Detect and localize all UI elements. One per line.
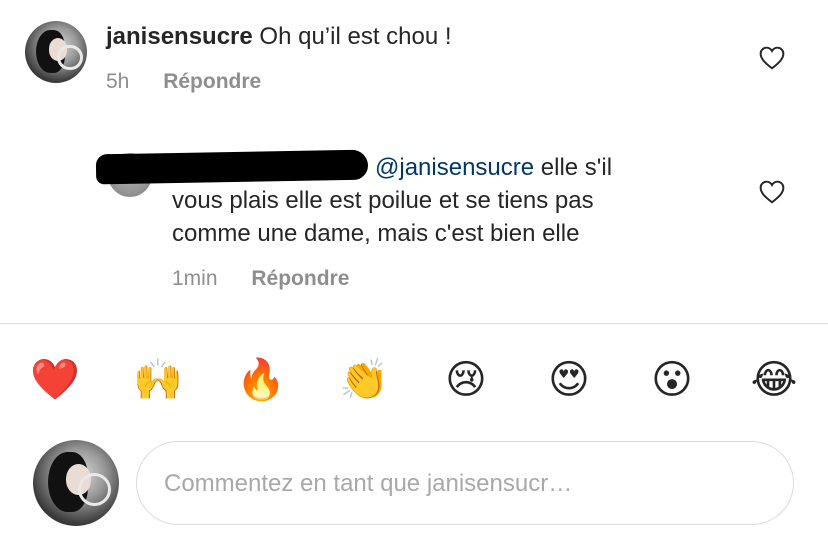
reply-body: @janisensucre elle s'il vous plais elle … (172, 151, 732, 250)
reply-like-heart-icon[interactable] (759, 180, 785, 204)
fire-emoji[interactable]: 🔥 (236, 356, 286, 404)
reply-mention[interactable]: @janisensucre (375, 154, 534, 181)
comment-username[interactable]: janisensucre (106, 23, 253, 50)
comment-input[interactable]: Commentez en tant que janisensucr… (136, 441, 794, 525)
current-user-avatar[interactable] (33, 440, 119, 526)
reply-line1: @janisensucre elle s'il (172, 151, 732, 184)
crying-face-emoji[interactable]: 😢 (442, 356, 490, 404)
comment-time: 5h (106, 70, 130, 93)
clapping-hands-emoji[interactable]: 👏 (339, 356, 389, 404)
reply-text-line1: elle s'il (534, 154, 613, 181)
comment-text: Oh qu’il est chou ! (259, 23, 452, 50)
divider (0, 323, 828, 324)
heart-eyes-emoji[interactable]: 😍 (545, 356, 593, 404)
comment-body: janisensucre Oh qu’il est chou ! (106, 20, 452, 53)
reply-reply-button[interactable]: Répondre (251, 267, 349, 290)
tears-of-joy-emoji[interactable]: 😂 (750, 356, 798, 404)
reply-text-line2: vous plais elle est poilue et se tiens p… (172, 187, 594, 214)
avatar-headset (57, 44, 84, 71)
open-mouth-face-emoji[interactable]: 😮 (648, 356, 696, 404)
reply-text-line3: comme une dame, mais c'est bien elle (172, 220, 580, 247)
red-heart-emoji[interactable]: ❤️ (30, 356, 80, 404)
raising-hands-emoji[interactable]: 🙌 (133, 356, 183, 404)
comment-like-heart-icon[interactable] (759, 46, 785, 70)
reply-time: 1min (172, 267, 218, 290)
reply-meta: 1min Répondre (172, 267, 349, 291)
avatar-headset (77, 472, 112, 507)
comment-meta: 5h Répondre (106, 70, 261, 94)
comment-reply-button[interactable]: Répondre (163, 70, 261, 93)
commenter-avatar[interactable] (25, 21, 87, 83)
